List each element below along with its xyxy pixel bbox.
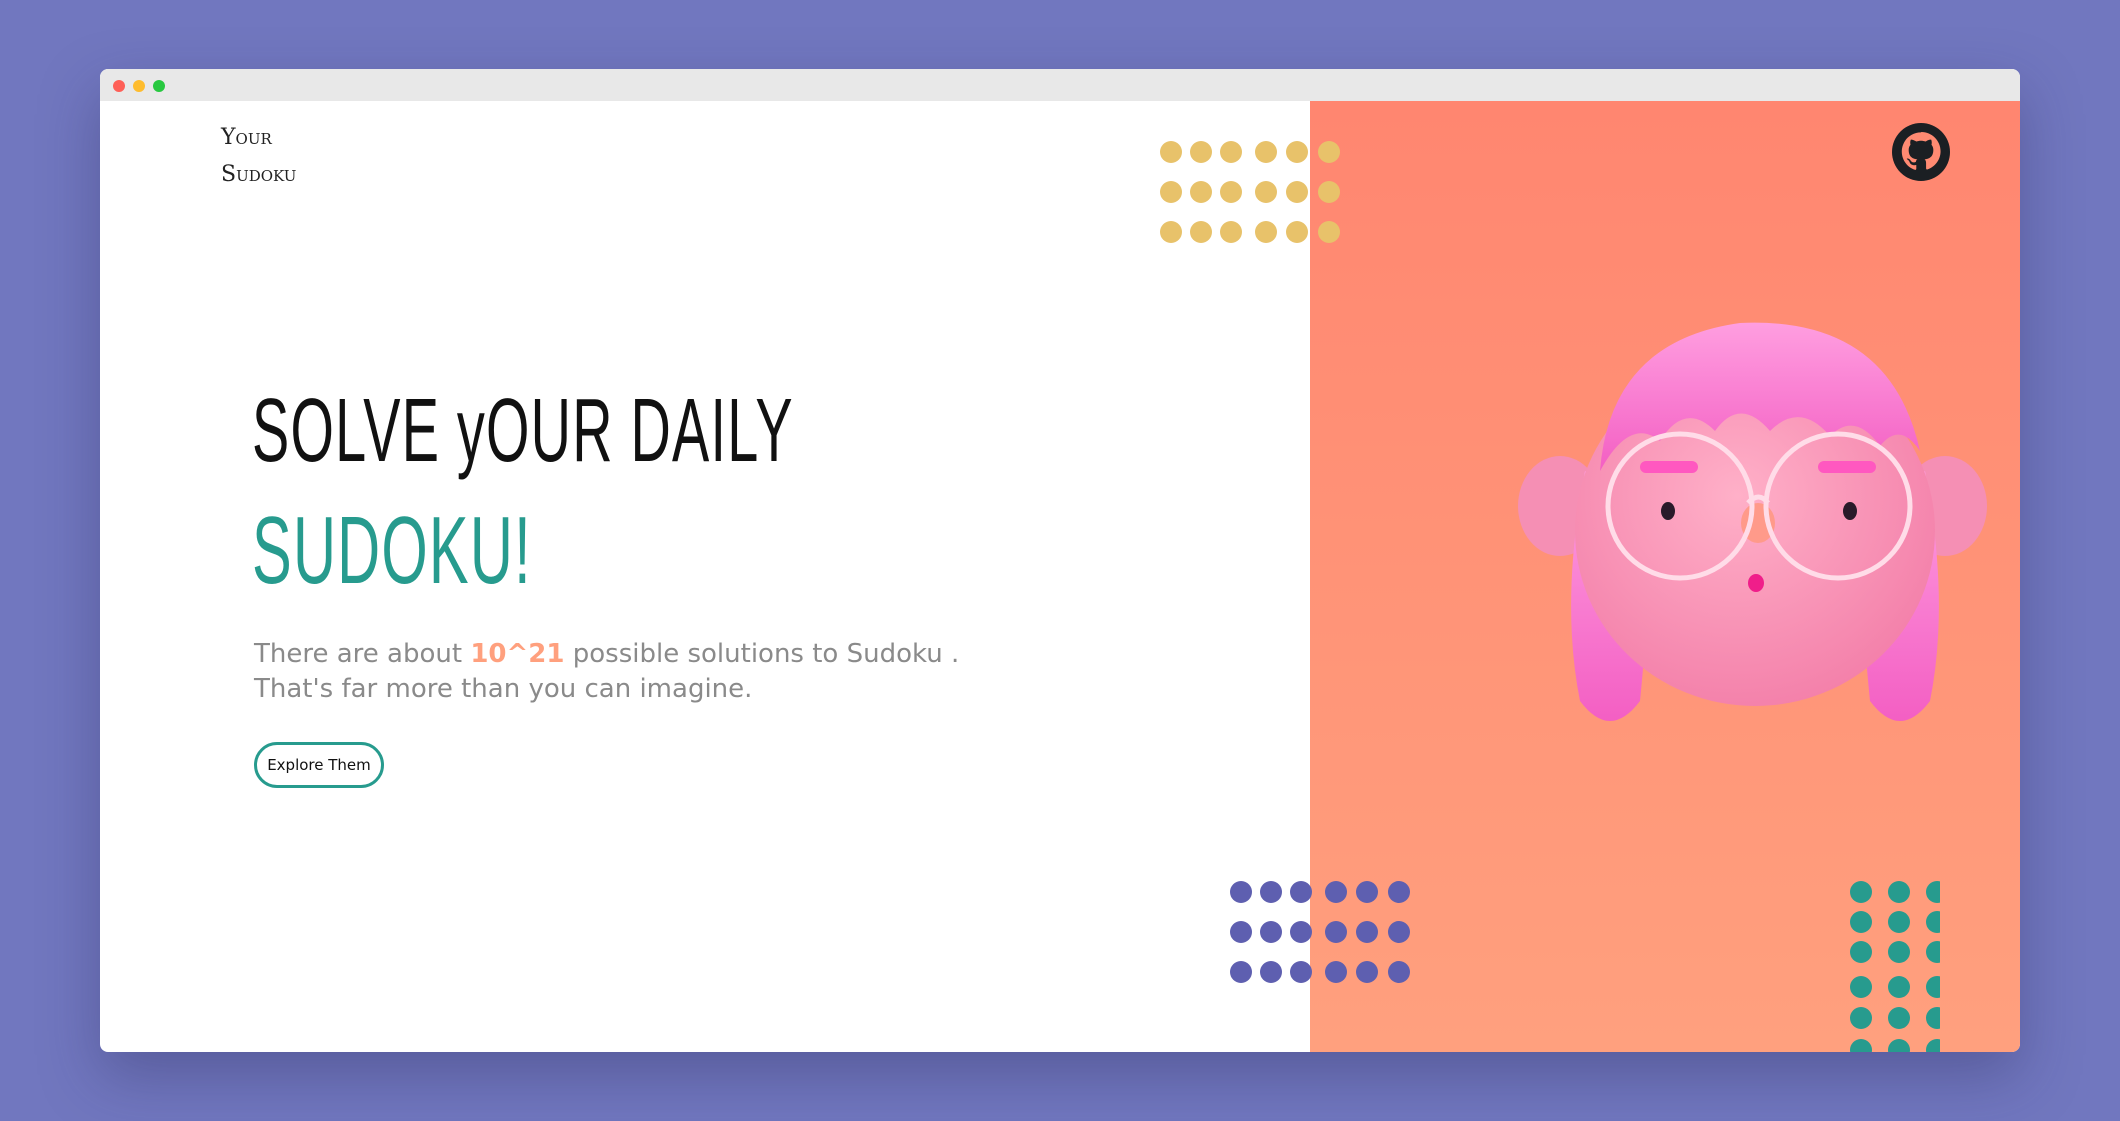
github-icon[interactable] xyxy=(1892,123,1950,181)
description-line-2: That's far more than you can imagine. xyxy=(254,674,753,704)
decorative-dot xyxy=(1325,961,1347,983)
decorative-dot xyxy=(1926,881,1940,903)
decorative-dot xyxy=(1190,141,1212,163)
decorative-dot xyxy=(1260,881,1282,903)
site-logo[interactable]: Your Sudoku xyxy=(221,119,296,193)
description-text-start: There are about xyxy=(254,639,471,669)
decorative-dot xyxy=(1850,911,1872,933)
headline-line-1: SOLVE yOUR DAILY xyxy=(252,381,794,481)
decorative-dot xyxy=(1260,961,1282,983)
decorative-dot xyxy=(1850,1007,1872,1029)
decorative-dot xyxy=(1230,881,1252,903)
decorative-dot xyxy=(1318,221,1340,243)
decorative-dot xyxy=(1888,941,1910,963)
explore-button[interactable]: Explore Them xyxy=(254,742,384,788)
decorative-dot xyxy=(1926,911,1940,933)
maximize-window-button[interactable] xyxy=(153,80,165,92)
decorative-dot xyxy=(1926,1039,1940,1052)
decorative-dot xyxy=(1255,221,1277,243)
decorative-dot xyxy=(1388,881,1410,903)
decorative-dot xyxy=(1325,881,1347,903)
minimize-window-button[interactable] xyxy=(133,80,145,92)
logo-line-2: Sudoku xyxy=(221,162,297,187)
decorative-dot xyxy=(1926,1007,1940,1029)
decorative-dot xyxy=(1230,921,1252,943)
decorative-dot xyxy=(1850,976,1872,998)
decorative-dot xyxy=(1356,961,1378,983)
hero-description: There are about 10^21 possible solutions… xyxy=(254,637,1014,707)
decorative-dot xyxy=(1318,181,1340,203)
decorative-dot xyxy=(1888,881,1910,903)
decorative-dot xyxy=(1290,921,1312,943)
decorative-dot xyxy=(1888,911,1910,933)
decorative-dot xyxy=(1286,181,1308,203)
decorative-dot xyxy=(1388,961,1410,983)
decorative-dot xyxy=(1260,921,1282,943)
decorative-dot xyxy=(1230,961,1252,983)
decorative-dot xyxy=(1160,181,1182,203)
decorative-dot xyxy=(1286,221,1308,243)
decorative-dots-purple xyxy=(1230,881,1420,983)
decorative-dot xyxy=(1926,976,1940,998)
description-text-end: possible solutions to Sudoku . xyxy=(564,639,960,669)
close-window-button[interactable] xyxy=(113,80,125,92)
decorative-dot xyxy=(1220,141,1242,163)
decorative-dot xyxy=(1190,221,1212,243)
decorative-dot xyxy=(1926,941,1940,963)
decorative-dot xyxy=(1888,1007,1910,1029)
decorative-dot xyxy=(1290,961,1312,983)
solutions-count: 10^21 xyxy=(470,639,565,669)
decorative-dot xyxy=(1388,921,1410,943)
decorative-dot xyxy=(1286,141,1308,163)
window-titlebar xyxy=(100,69,2020,101)
decorative-dot xyxy=(1190,181,1212,203)
avatar-illustration xyxy=(1518,322,1987,721)
browser-window: Your Sudoku SOLVE yOUR DAILY SUDOKU! The… xyxy=(100,69,2020,1052)
decorative-dot xyxy=(1220,181,1242,203)
decorative-dot xyxy=(1290,881,1312,903)
page-content: Your Sudoku SOLVE yOUR DAILY SUDOKU! The… xyxy=(100,101,2020,1052)
decorative-dot xyxy=(1255,141,1277,163)
decorative-dots-teal xyxy=(1850,881,1940,1052)
decorative-dot xyxy=(1850,881,1872,903)
logo-line-1: Your xyxy=(221,125,272,150)
decorative-dot xyxy=(1220,221,1242,243)
decorative-dots-yellow xyxy=(1160,141,1350,243)
decorative-dot xyxy=(1325,921,1347,943)
decorative-dot xyxy=(1318,141,1340,163)
decorative-dot xyxy=(1888,1039,1910,1052)
decorative-dot xyxy=(1160,141,1182,163)
decorative-dot xyxy=(1850,941,1872,963)
headline-line-2: SUDOKU! xyxy=(252,497,532,604)
decorative-dot xyxy=(1356,881,1378,903)
decorative-dot xyxy=(1888,976,1910,998)
decorative-dot xyxy=(1160,221,1182,243)
decorative-dot xyxy=(1356,921,1378,943)
decorative-dot xyxy=(1255,181,1277,203)
hero-headline: SOLVE yOUR DAILY SUDOKU! xyxy=(252,371,1126,611)
decorative-dot xyxy=(1850,1039,1872,1052)
